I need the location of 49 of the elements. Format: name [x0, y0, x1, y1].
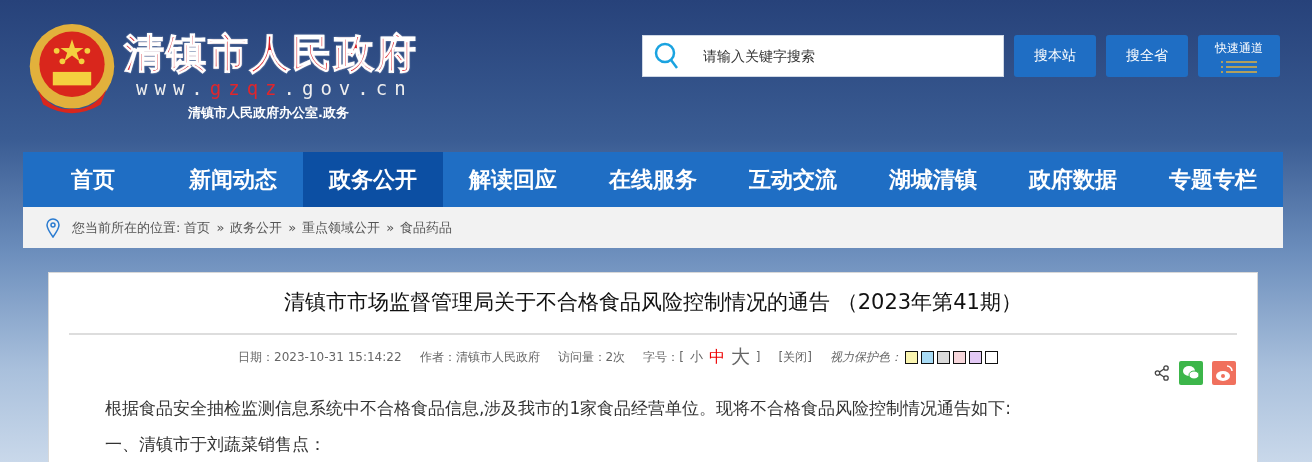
font-size-option[interactable]: 大: [730, 344, 750, 370]
search-button[interactable]: 搜全省: [1106, 35, 1188, 77]
share-icon[interactable]: [1154, 365, 1170, 381]
font-size-option[interactable]: 小: [689, 348, 703, 366]
nav-tab[interactable]: 在线服务: [583, 152, 723, 207]
nav-tab[interactable]: 政府数据: [1003, 152, 1143, 207]
visit-count: 访问量：2次: [557, 348, 626, 366]
nav-tab[interactable]: 新闻动态: [163, 152, 303, 207]
article-paragraph: 根据食品安全抽检监测信息系统中不合格食品信息,涉及我市的1家食品经营单位。现将不合格食品风险控制情况通告如下:: [105, 397, 1012, 420]
search-icon: [654, 42, 680, 70]
breadcrumb-label: 您当前所在的位置:: [72, 218, 181, 237]
close-link[interactable]: [关闭]: [778, 348, 812, 366]
font-size-bracket: ]: [755, 350, 761, 364]
chat-bubbles-icon[interactable]: [1179, 361, 1203, 385]
color-swatch[interactable]: [904, 350, 918, 364]
font-size-label: 字号：[: [643, 348, 684, 366]
color-swatch[interactable]: [984, 350, 998, 364]
breadcrumb-link[interactable]: 政务公开: [230, 218, 283, 237]
color-swatch[interactable]: [936, 350, 950, 364]
breadcrumb-link[interactable]: 首页: [184, 218, 211, 237]
search-field[interactable]: 请输入关键字搜索: [642, 35, 1004, 77]
site-url: www.gzqz.gov.cn: [136, 76, 413, 100]
color-swatch[interactable]: [952, 350, 966, 364]
eye-care-label: 视力保护色：: [829, 348, 902, 366]
quick-access-button[interactable]: 快速通道: [1198, 35, 1280, 77]
font-size-option[interactable]: 中: [708, 346, 725, 368]
location-pin-icon: [46, 217, 60, 238]
nav-tab[interactable]: 政务公开: [303, 152, 443, 207]
article-date: 日期：2023-10-31 15:14:22: [238, 348, 402, 366]
article-paragraph: 一、清镇市于刘蔬菜销售点：: [105, 433, 327, 456]
nav-tab[interactable]: 湖城清镇: [863, 152, 1003, 207]
list-icon: [1221, 60, 1257, 73]
nav-tab[interactable]: 专题专栏: [1143, 152, 1283, 207]
breadcrumb-separator: »: [288, 220, 297, 235]
nav-tab[interactable]: 解读回应: [443, 152, 583, 207]
site-subtitle: 清镇市人民政府办公室.政务: [188, 104, 349, 122]
eye-logo-icon[interactable]: [1212, 361, 1236, 385]
breadcrumb-separator: »: [386, 220, 395, 235]
color-swatch[interactable]: [968, 350, 982, 364]
nav-tab[interactable]: 首页: [23, 152, 163, 207]
article-title: 清镇市市场监督管理局关于不合格食品风险控制情况的通告 （2023年第41期）: [283, 289, 1023, 316]
article-author: 作者：清镇市人民政府: [419, 348, 540, 366]
site-name: 清镇市人民政府: [124, 30, 418, 76]
breadcrumb-link[interactable]: 食品药品: [400, 218, 453, 237]
search-button[interactable]: 搜本站: [1014, 35, 1096, 77]
color-swatch[interactable]: [920, 350, 934, 364]
nav-tab[interactable]: 互动交流: [723, 152, 863, 207]
breadcrumb-separator: »: [216, 220, 225, 235]
breadcrumb-link[interactable]: 重点领域公开: [302, 218, 381, 237]
